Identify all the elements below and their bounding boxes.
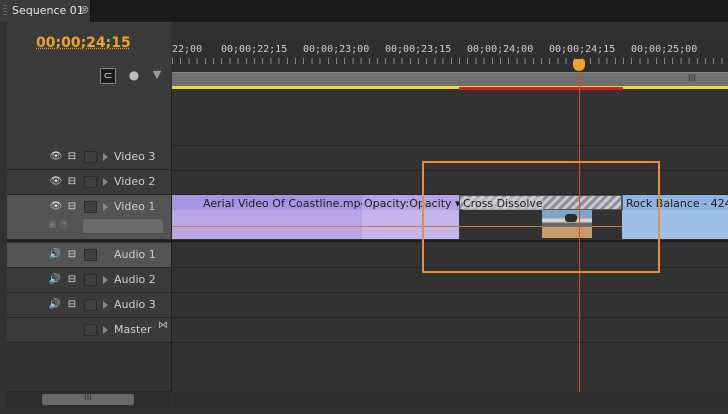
track-header-empty bbox=[7, 343, 171, 392]
speaker-icon[interactable]: 🔊 bbox=[48, 299, 62, 311]
lock-toggle-icon[interactable]: ⊟ bbox=[65, 176, 79, 188]
set-keyframe-icon[interactable]: ▼ bbox=[149, 68, 165, 84]
eye-icon[interactable]: 👁 bbox=[49, 201, 63, 213]
expand-triangle-icon[interactable] bbox=[103, 276, 108, 284]
track-target-box[interactable] bbox=[84, 151, 97, 163]
lock-toggle-icon[interactable]: ⊟ bbox=[65, 201, 79, 213]
speaker-icon[interactable]: 🔊 bbox=[48, 249, 62, 261]
speaker-icon[interactable]: 🔊 bbox=[48, 274, 62, 286]
tab-grip-icon[interactable] bbox=[3, 5, 7, 17]
ruler-ticks bbox=[172, 58, 728, 72]
tab-close-icon[interactable]: ⊗ bbox=[80, 3, 89, 16]
track-line bbox=[172, 342, 728, 343]
timeline-header bbox=[7, 22, 171, 90]
track-target-box[interactable] bbox=[84, 201, 97, 213]
ruler-label: 00;00;25;00 bbox=[631, 44, 698, 55]
ruler-label: 00;00;23;00 bbox=[303, 44, 370, 55]
empty-track-header bbox=[7, 90, 171, 146]
display-style-icon[interactable]: ▣ ◔ bbox=[48, 220, 82, 232]
track-name-video2: Video 2 bbox=[114, 175, 156, 188]
track-name-video3: Video 3 bbox=[114, 150, 156, 163]
timeline-scrollbar[interactable] bbox=[172, 392, 728, 408]
track-name-audio2: Audio 2 bbox=[114, 273, 156, 286]
collapse-triangle-icon[interactable] bbox=[103, 203, 108, 211]
playhead-timecode[interactable]: 00;00;24;15 bbox=[36, 35, 131, 51]
lock-toggle-icon[interactable]: ⊟ bbox=[65, 274, 79, 286]
track-target-box[interactable] bbox=[84, 324, 97, 336]
expand-triangle-icon[interactable] bbox=[103, 178, 108, 186]
track-target-box[interactable] bbox=[84, 176, 97, 188]
ruler-label: 00;00;24;15 bbox=[549, 44, 616, 55]
track-line bbox=[172, 292, 728, 293]
track-target-box[interactable] bbox=[84, 249, 97, 261]
track-target-box[interactable] bbox=[84, 274, 97, 286]
track-line bbox=[172, 317, 728, 318]
eye-icon[interactable]: 👁 bbox=[49, 151, 63, 163]
snap-icon[interactable]: ⊂ bbox=[100, 68, 116, 84]
ruler-label: 00;00;24;00 bbox=[467, 44, 534, 55]
track-name-audio3: Audio 3 bbox=[114, 298, 156, 311]
tab-label: Sequence 01 bbox=[12, 4, 84, 17]
track-line bbox=[172, 145, 728, 146]
playhead-handle-icon[interactable] bbox=[573, 59, 585, 71]
track-name-video1: Video 1 bbox=[114, 200, 156, 213]
ruler-label: 22;00 bbox=[172, 44, 203, 55]
ruler-label: 00;00;23;15 bbox=[385, 44, 452, 55]
expand-triangle-icon[interactable] bbox=[103, 153, 108, 161]
keyframe-navigator[interactable] bbox=[83, 219, 163, 233]
lock-toggle-icon[interactable]: ⊟ bbox=[65, 151, 79, 163]
stereo-icon: ⋈ bbox=[158, 320, 168, 331]
lock-toggle-icon[interactable]: ⊟ bbox=[65, 249, 79, 261]
track-name-master: Master bbox=[114, 323, 152, 336]
work-area-bar[interactable] bbox=[172, 86, 728, 89]
highlight-box bbox=[422, 161, 660, 273]
eye-icon[interactable]: 👁 bbox=[49, 176, 63, 188]
add-marker-icon[interactable]: ● bbox=[126, 68, 142, 84]
track-name-audio1: Audio 1 bbox=[114, 248, 156, 261]
lock-toggle-icon[interactable]: ⊟ bbox=[65, 299, 79, 311]
clip-name-aerial: Aerial Video Of Coastline.mp4 bbox=[203, 197, 368, 210]
zoom-scroll-bar[interactable] bbox=[172, 72, 728, 87]
tab-bar bbox=[0, 0, 728, 23]
expand-triangle-icon[interactable] bbox=[103, 301, 108, 309]
render-status-bar bbox=[459, 87, 623, 90]
ruler-label: 00;00;22;15 bbox=[221, 44, 288, 55]
track-target-box[interactable] bbox=[84, 299, 97, 311]
scrollbar-grip[interactable]: III bbox=[84, 393, 92, 403]
expand-triangle-icon[interactable] bbox=[103, 326, 108, 334]
zoom-bar-grip[interactable]: III bbox=[688, 74, 696, 84]
